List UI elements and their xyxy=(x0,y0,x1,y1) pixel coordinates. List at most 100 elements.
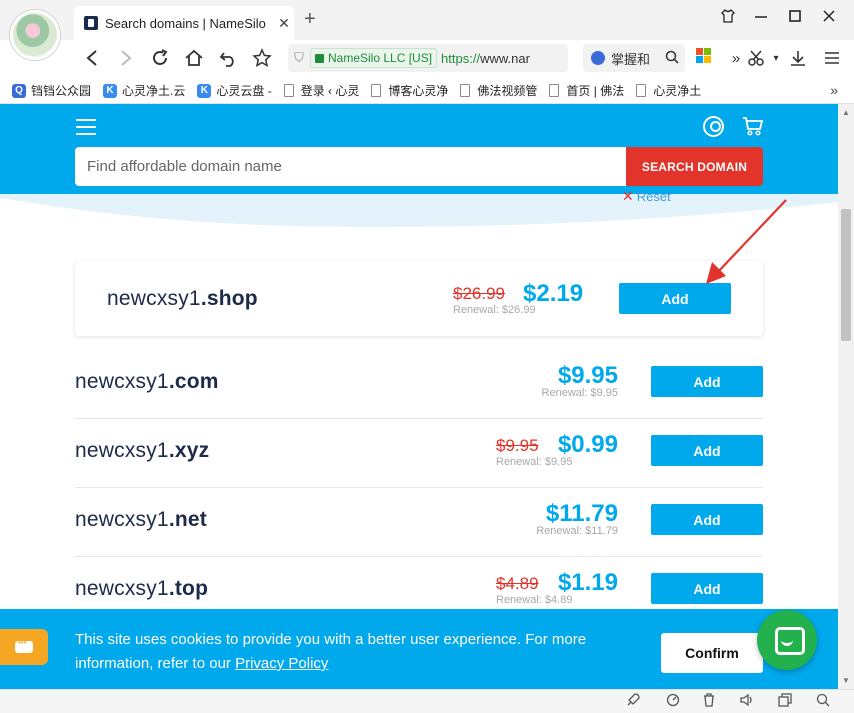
bookmark-item[interactable]: K 心灵云盘 - xyxy=(197,82,272,99)
bookmark-label: 心灵云盘 - xyxy=(216,84,272,98)
bookmark-item[interactable]: 登录 ‹ 心灵 xyxy=(283,82,360,99)
bookmark-item[interactable]: 首页 | 佛法 xyxy=(549,82,624,99)
cart-icon[interactable] xyxy=(742,116,764,136)
forward-icon[interactable] xyxy=(114,46,138,70)
tab-title: Search domains | NameSilo xyxy=(105,15,266,31)
tab-close-icon[interactable]: ✕ xyxy=(274,15,294,32)
featured-domain-card: newcxsy1.shop $26.99 $2.19 Renewal: $26.… xyxy=(75,261,763,336)
featured-domain-name: newcxsy1.shop xyxy=(107,287,258,310)
bookmark-item[interactable]: 博客心灵净 xyxy=(371,82,448,99)
reset-link[interactable]: ✕ Reset xyxy=(622,188,671,205)
scroll-thumb[interactable] xyxy=(841,209,851,341)
undo-icon[interactable] xyxy=(216,46,240,70)
scroll-up-icon[interactable]: ▲ xyxy=(842,108,850,117)
privacy-policy-link[interactable]: Privacy Policy xyxy=(235,655,328,672)
reload-icon[interactable] xyxy=(148,46,172,70)
browser-search-box[interactable]: 掌握和 xyxy=(583,44,685,72)
bookmark-label: 心灵净土 xyxy=(653,84,702,98)
bookmark-item[interactable]: 佛法视频管 xyxy=(460,82,537,99)
scissors-dropdown-icon[interactable]: ▾ xyxy=(764,46,788,70)
cookie-banner: This site uses cookies to provide you wi… xyxy=(0,609,838,689)
minimize-icon[interactable] xyxy=(754,8,768,28)
q-icon: Q xyxy=(12,83,26,98)
home-icon[interactable] xyxy=(182,46,206,70)
browser-statusbar xyxy=(0,689,854,713)
scroll-down-icon[interactable]: ▼ xyxy=(842,676,850,685)
result-add-button[interactable]: Add xyxy=(651,504,763,535)
rocket-icon[interactable] xyxy=(626,693,640,710)
browser-titlebar: Search domains | NameSilo ✕ + xyxy=(0,0,854,40)
bookmark-label: 佛法视频管 xyxy=(477,84,538,98)
bookmark-item[interactable]: Q 铛铛公众园 xyxy=(12,82,91,99)
row-divider xyxy=(75,487,763,488)
page-viewport: SEARCH DOMAIN ✕Reset newcxsy1.shop $26.9… xyxy=(0,104,838,689)
result-old-price: $4.89 xyxy=(496,574,539,593)
user-avatar[interactable] xyxy=(10,10,60,60)
ev-certificate-badge[interactable]: NameSilo LLC [US] xyxy=(310,48,438,68)
result-price: $1.19 xyxy=(557,569,618,596)
result-price: $9.95 xyxy=(557,362,618,389)
domain-search-input[interactable] xyxy=(75,147,626,186)
page-icon xyxy=(549,84,560,97)
result-renewal: Renewal: $9.95 xyxy=(541,387,618,399)
bookmarks-more-icon[interactable]: » xyxy=(830,82,838,98)
cookie-message: This site uses cookies to provide you wi… xyxy=(75,631,587,672)
live-chat-launcher-icon[interactable] xyxy=(757,610,817,670)
window-close-icon[interactable] xyxy=(822,8,836,28)
browser-navbar: ⛉ NameSilo LLC [US] https://www.nar 掌握和 … xyxy=(0,40,854,78)
search-domain-button[interactable]: SEARCH DOMAIN xyxy=(626,147,763,186)
bookmark-label: 心灵净土.云 xyxy=(122,84,186,98)
page-scrollbar[interactable]: ▲ ▼ xyxy=(838,104,854,689)
result-add-button[interactable]: Add xyxy=(651,573,763,604)
page-icon xyxy=(460,84,471,97)
result-add-button[interactable]: Add xyxy=(651,366,763,397)
result-domain-name: newcxsy1.net xyxy=(75,508,207,531)
featured-renewal: Renewal: $26.99 xyxy=(453,304,536,316)
account-icon[interactable] xyxy=(703,116,724,137)
bookmark-item[interactable]: 心灵净土 xyxy=(636,82,701,99)
browser-tab-namesilo[interactable]: Search domains | NameSilo ✕ xyxy=(74,6,294,40)
cookie-confirm-button[interactable]: Confirm xyxy=(661,633,763,673)
url-text[interactable]: https://www.nar xyxy=(441,51,530,66)
reset-x-icon: ✕ xyxy=(622,188,634,204)
page-icon xyxy=(636,84,647,97)
bookmark-star-icon[interactable] xyxy=(250,46,274,70)
bookmark-label: 首页 | 佛法 xyxy=(566,84,625,98)
download-icon[interactable] xyxy=(786,46,810,70)
back-icon[interactable] xyxy=(80,46,104,70)
namesilo-favicon-icon xyxy=(84,16,98,30)
skin-shirt-icon[interactable] xyxy=(720,8,736,28)
menu-icon[interactable] xyxy=(820,46,844,70)
zoom-icon[interactable] xyxy=(816,693,830,710)
row-divider xyxy=(75,418,763,419)
result-renewal: Renewal: $9.95 xyxy=(496,456,573,468)
bookmark-label: 铛铛公众园 xyxy=(31,84,92,98)
result-price: $11.79 xyxy=(545,500,618,527)
window-restore-icon[interactable] xyxy=(778,693,792,710)
result-add-button[interactable]: Add xyxy=(651,435,763,466)
result-renewal: Renewal: $11.79 xyxy=(536,525,618,537)
microsoft-logo-icon[interactable] xyxy=(696,48,711,63)
maximize-icon[interactable] xyxy=(788,8,802,28)
speed-gauge-icon[interactable] xyxy=(666,693,680,710)
bookmark-label: 登录 ‹ 心灵 xyxy=(300,84,360,98)
speaker-icon[interactable] xyxy=(740,693,754,710)
magnifier-icon[interactable] xyxy=(665,50,679,67)
baidu-paw-icon xyxy=(591,51,605,65)
annotation-arrow xyxy=(706,199,787,284)
site-menu-icon[interactable] xyxy=(76,119,96,135)
new-tab-icon[interactable]: + xyxy=(304,8,316,31)
domain-search-form: SEARCH DOMAIN xyxy=(75,147,763,186)
bookmark-item[interactable]: K 心灵净土.云 xyxy=(103,82,185,99)
result-domain-name: newcxsy1.xyz xyxy=(75,439,210,462)
result-old-price: $9.95 xyxy=(496,436,539,455)
row-divider xyxy=(75,556,763,557)
k-icon: K xyxy=(103,83,118,98)
result-domain-name: newcxsy1.com xyxy=(75,370,219,393)
security-shield-icon[interactable]: ⛉ xyxy=(288,50,310,66)
page-icon xyxy=(283,84,294,97)
address-bar[interactable]: ⛉ NameSilo LLC [US] https://www.nar xyxy=(288,44,568,72)
trash-icon[interactable] xyxy=(702,693,716,710)
featured-old-price: $26.99 xyxy=(453,284,505,303)
chat-bubble-icon[interactable] xyxy=(0,629,48,665)
